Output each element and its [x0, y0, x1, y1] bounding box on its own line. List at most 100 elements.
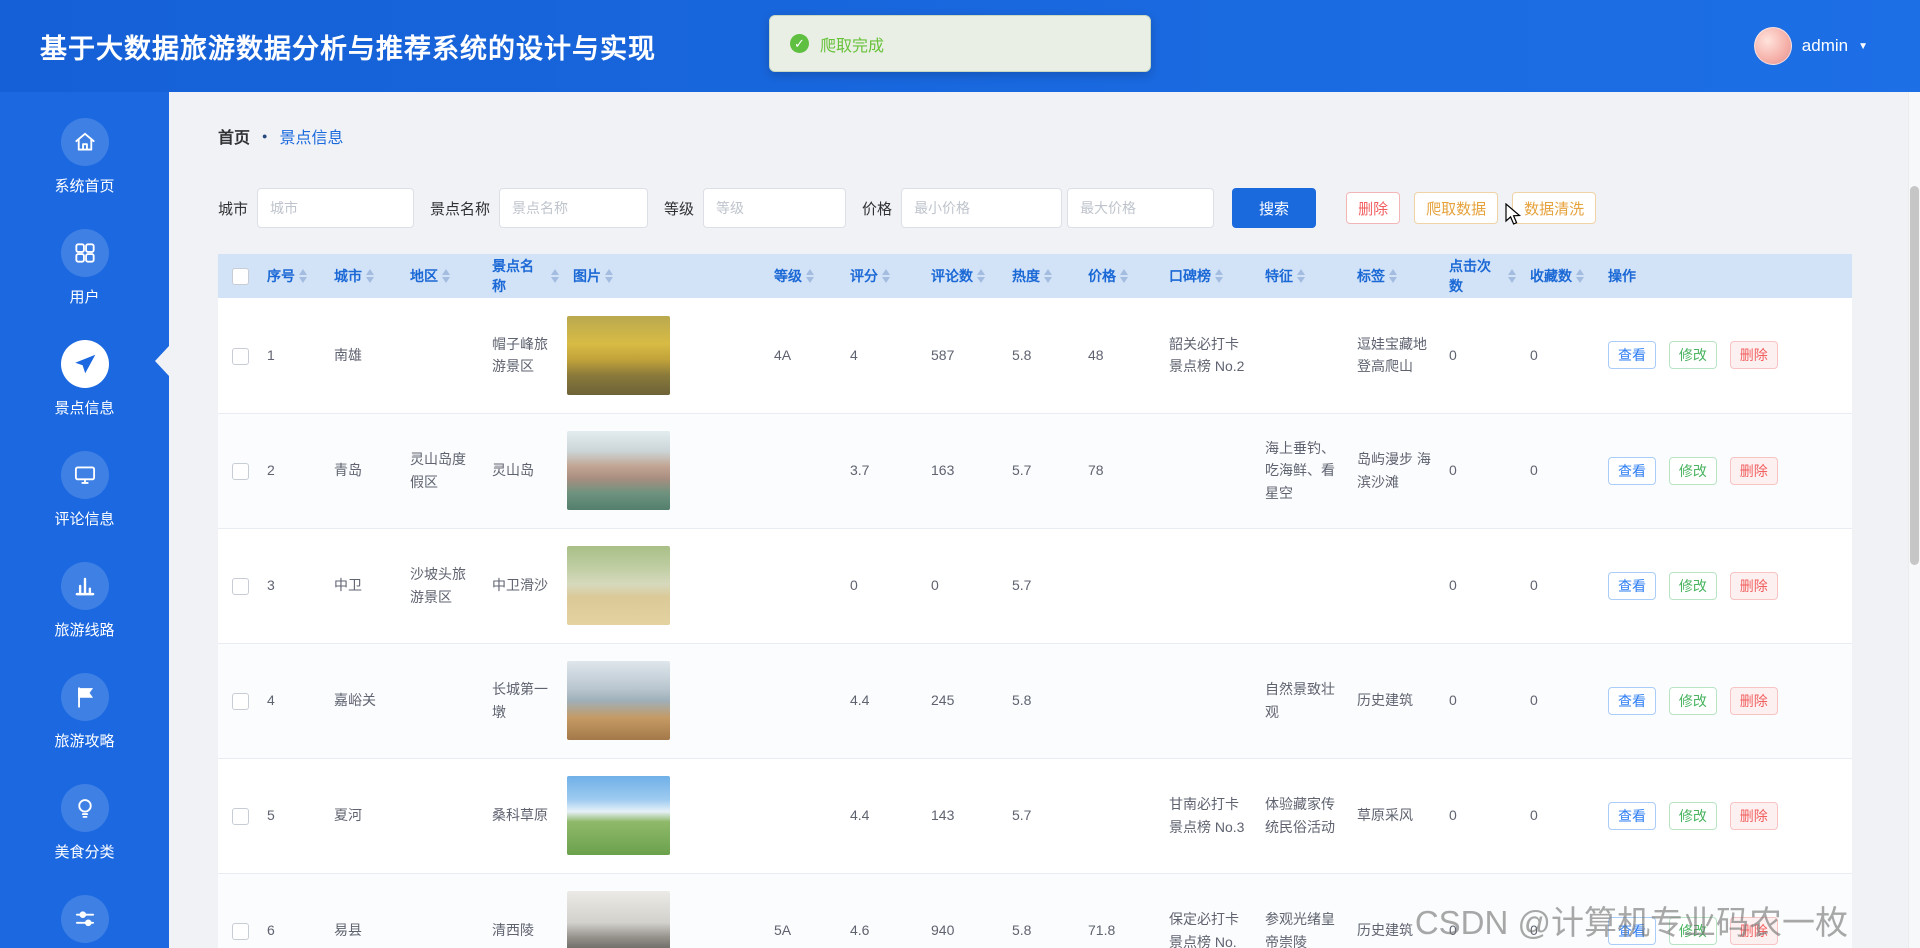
- sort-icon[interactable]: [442, 269, 450, 283]
- sort-icon[interactable]: [1576, 269, 1584, 283]
- column-header[interactable]: 热度: [1002, 254, 1078, 298]
- sort-icon[interactable]: [1120, 269, 1128, 283]
- column-header[interactable]: 序号: [257, 254, 324, 298]
- column-header[interactable]: 景点名称: [482, 254, 563, 298]
- cell-heat: 5.7: [1012, 807, 1032, 824]
- sidebar-item-users[interactable]: 用户: [0, 211, 169, 322]
- row-checkbox[interactable]: [232, 578, 249, 596]
- edit-button[interactable]: 修改: [1668, 801, 1717, 830]
- sort-icon[interactable]: [882, 269, 890, 283]
- view-button[interactable]: 查看: [1608, 686, 1656, 715]
- edit-button[interactable]: 修改: [1668, 686, 1717, 715]
- watermark: CSDN @计算机专业码农一枚: [1414, 904, 1848, 941]
- table-row: 2 青岛 灵山岛度假区 灵山岛 3.7 163 5.7 78 海上垂钓、吃海鲜、…: [218, 413, 1852, 528]
- sort-icon[interactable]: [605, 269, 613, 283]
- sort-icon[interactable]: [1215, 269, 1223, 283]
- sort-icon[interactable]: [1508, 269, 1516, 283]
- cell-favorites: 0: [1530, 692, 1538, 709]
- delete-button[interactable]: 删除: [1729, 341, 1778, 370]
- cell-rank: [1159, 643, 1255, 758]
- select-all-cell: [218, 254, 257, 298]
- city-label: 城市: [218, 200, 249, 218]
- row-checkbox[interactable]: [232, 693, 249, 711]
- cell-feature: 体验藏家传统民俗活动: [1265, 796, 1335, 835]
- name-input[interactable]: [499, 188, 649, 228]
- column-header[interactable]: 图片: [563, 254, 764, 298]
- column-header[interactable]: 操作: [1598, 254, 1852, 298]
- edit-button[interactable]: 修改: [1668, 341, 1717, 370]
- edit-button[interactable]: 修改: [1668, 456, 1717, 485]
- delete-button[interactable]: 删除: [1729, 456, 1778, 485]
- view-button[interactable]: 查看: [1608, 456, 1656, 485]
- sort-icon[interactable]: [977, 269, 985, 283]
- delete-button[interactable]: 删除: [1729, 571, 1778, 600]
- column-header[interactable]: 评论数: [921, 254, 1002, 298]
- column-header[interactable]: 口碑榜: [1159, 254, 1255, 298]
- sort-icon[interactable]: [1389, 269, 1397, 283]
- crawl-data-button[interactable]: 爬取数据: [1414, 192, 1499, 224]
- sidebar-item-comments[interactable]: 评论信息: [0, 433, 169, 544]
- row-checkbox[interactable]: [232, 463, 249, 481]
- column-header[interactable]: 价格: [1078, 254, 1159, 298]
- scrollbar-thumb[interactable]: [1910, 186, 1919, 565]
- cell-rating: 4.4: [850, 692, 870, 709]
- sidebar-item-food[interactable]: 美食分类: [0, 766, 169, 877]
- row-checkbox[interactable]: [232, 347, 249, 365]
- cell-price: 48: [1088, 347, 1104, 364]
- sort-icon[interactable]: [366, 269, 374, 283]
- view-button[interactable]: 查看: [1608, 801, 1656, 830]
- sort-icon[interactable]: [806, 269, 814, 283]
- sort-icon[interactable]: [1297, 269, 1305, 283]
- row-checkbox[interactable]: [232, 923, 249, 941]
- delete-selected-button[interactable]: 删除: [1346, 192, 1401, 224]
- sort-icon[interactable]: [299, 269, 307, 283]
- paper-plane-icon: [60, 340, 109, 388]
- column-header[interactable]: 标签: [1347, 254, 1439, 298]
- column-header[interactable]: 收藏数: [1520, 254, 1598, 298]
- delete-button[interactable]: 删除: [1729, 686, 1778, 715]
- cell-actions: 查看 修改 删除: [1598, 758, 1852, 873]
- avatar[interactable]: [1753, 27, 1792, 65]
- view-button[interactable]: 查看: [1608, 571, 1656, 600]
- edit-button[interactable]: 修改: [1668, 571, 1717, 600]
- cell-clicks: 0: [1449, 807, 1457, 824]
- sidebar-item-home[interactable]: 系统首页: [0, 100, 169, 211]
- select-all-checkbox[interactable]: [232, 267, 249, 285]
- spot-image: [567, 315, 670, 395]
- column-header[interactable]: 等级: [764, 254, 840, 298]
- column-header[interactable]: 特征: [1255, 254, 1347, 298]
- sort-icon[interactable]: [551, 269, 559, 283]
- delete-button[interactable]: 删除: [1729, 801, 1778, 830]
- user-menu[interactable]: admin ▼: [1753, 0, 1868, 92]
- cell-favorites: 0: [1530, 347, 1538, 364]
- cell-no: 1: [267, 347, 275, 364]
- cell-no: 3: [267, 577, 275, 594]
- city-input[interactable]: [257, 188, 415, 228]
- sort-icon[interactable]: [1044, 269, 1052, 283]
- level-input[interactable]: [703, 188, 847, 228]
- main-content: 首页 ● 景点信息 城市 景点名称 等级 价格 搜索 删除 爬取数据 数据清洗: [169, 92, 1920, 948]
- cell-rank: [1159, 413, 1255, 528]
- cell-city: 中卫: [334, 577, 362, 594]
- success-toast: ✓ 爬取完成: [769, 15, 1151, 72]
- column-header[interactable]: 点击次数: [1439, 254, 1520, 298]
- max-price-input[interactable]: [1067, 188, 1215, 228]
- search-button[interactable]: 搜索: [1232, 188, 1317, 228]
- sidebar-item-scenic-info[interactable]: 景点信息: [0, 322, 169, 433]
- spot-image: [567, 891, 670, 948]
- breadcrumb-home[interactable]: 首页: [218, 124, 250, 148]
- sidebar-item-routes[interactable]: 旅游线路: [0, 544, 169, 655]
- column-header[interactable]: 城市: [324, 254, 400, 298]
- column-header[interactable]: 评分: [840, 254, 921, 298]
- min-price-input[interactable]: [901, 188, 1063, 228]
- row-checkbox[interactable]: [232, 808, 249, 826]
- sidebar-item-partial[interactable]: [0, 877, 169, 948]
- name-label: 景点名称: [430, 200, 491, 218]
- cell-comments: 143: [931, 807, 955, 824]
- sidebar-item-label: 评论信息: [54, 511, 115, 528]
- column-header[interactable]: 地区: [400, 254, 482, 298]
- breadcrumb-current[interactable]: 景点信息: [279, 124, 343, 148]
- sidebar-item-guides[interactable]: 旅游攻略: [0, 655, 169, 766]
- view-button[interactable]: 查看: [1608, 341, 1656, 370]
- app-window: 基于大数据旅游数据分析与推荐系统的设计与实现 ✓ 爬取完成 admin ▼ 系统…: [0, 0, 1920, 948]
